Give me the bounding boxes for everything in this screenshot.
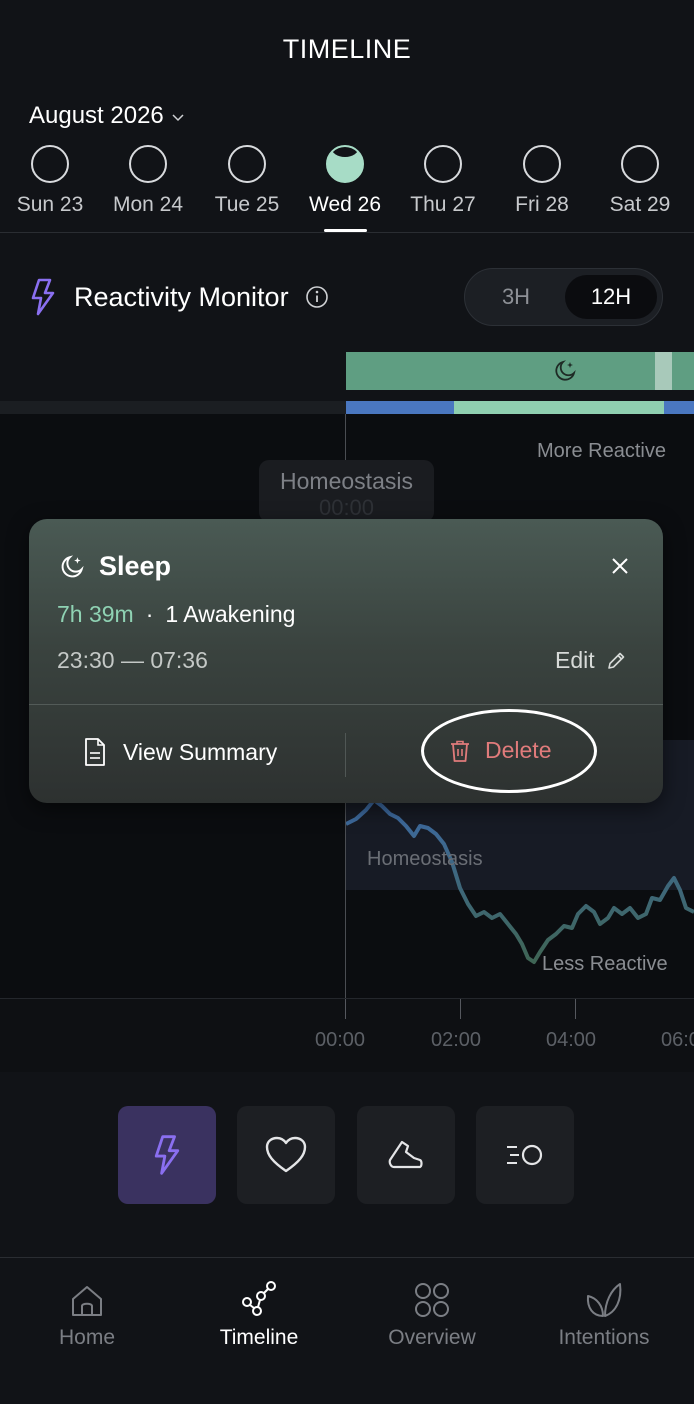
- divider: [0, 232, 694, 233]
- cursor-tooltip: Homeostasis 00:00: [259, 460, 434, 522]
- edit-label: Edit: [555, 647, 595, 673]
- chevron-down-icon: [172, 113, 184, 121]
- monitor-title: Reactivity Monitor: [74, 281, 289, 312]
- sleep-stats: 7h 39m · 1 Awakening: [57, 601, 295, 628]
- delete-highlight-ring: [421, 709, 597, 793]
- leaf-icon: [586, 1283, 622, 1317]
- tooltip-label: Homeostasis: [280, 468, 413, 494]
- separator-dot: ·: [145, 601, 154, 627]
- heart-tool-button[interactable]: [237, 1106, 335, 1204]
- info-icon[interactable]: [305, 285, 329, 309]
- card-action-divider: [345, 733, 346, 777]
- day-ring-icon: [31, 145, 69, 183]
- sleep-card-title: Sleep: [99, 551, 172, 581]
- document-icon: [85, 738, 105, 766]
- moon-icon: [555, 360, 576, 381]
- axis-label: 00:00: [315, 1029, 366, 1051]
- day-label: Thu 27: [410, 193, 476, 216]
- day-sun-23[interactable]: Sun 23: [1, 145, 99, 217]
- home-icon: [72, 1286, 102, 1316]
- axis-tick: [575, 999, 576, 1019]
- tooltip-time: 00:00: [318, 495, 375, 520]
- nav-label: Intentions: [558, 1326, 650, 1349]
- nav-label: Home: [58, 1326, 116, 1349]
- nav-timeline[interactable]: Timeline: [173, 1260, 345, 1350]
- axis-label: 04:00: [546, 1029, 597, 1051]
- axis-tick: [345, 999, 346, 1019]
- metric-toolbar: [0, 1106, 694, 1206]
- view-summary-label: View Summary: [123, 738, 278, 765]
- range-12h-option[interactable]: 12H: [565, 275, 657, 319]
- timeline-icon: [242, 1281, 276, 1316]
- awake-segment: [655, 352, 672, 390]
- sleep-time-range: 23:30 — 07:36: [57, 647, 208, 673]
- day-mon-24[interactable]: Mon 24: [99, 145, 197, 217]
- month-label: August 2026: [29, 102, 164, 129]
- monitor-header: Reactivity Monitor: [30, 278, 329, 316]
- day-fri-28[interactable]: Fri 28: [493, 145, 591, 217]
- heart-icon: [265, 1136, 307, 1173]
- nav-overview[interactable]: Overview: [346, 1260, 518, 1350]
- day-label: Mon 24: [112, 193, 184, 216]
- strip-segment: [346, 401, 454, 414]
- moon-icon: [61, 554, 84, 577]
- fast-forward-list-icon: [507, 1144, 543, 1166]
- sleep-card-header: Sleep: [59, 551, 171, 582]
- axis-label: 06:00: [661, 1029, 694, 1051]
- awakening-count: 1 Awakening: [165, 601, 296, 627]
- state-strip: [0, 401, 694, 414]
- range-3h-option[interactable]: 3H: [471, 275, 561, 319]
- more-reactive-label: More Reactive: [537, 440, 666, 462]
- lightning-icon: [154, 1135, 180, 1175]
- bottom-nav: Home Timeline Overview Intentions: [0, 1260, 694, 1404]
- day-ring-icon: [228, 145, 266, 183]
- day-thu-27[interactable]: Thu 27: [394, 145, 492, 217]
- day-label: Wed 26: [309, 193, 381, 216]
- strip-segment: [454, 401, 664, 414]
- pencil-icon: [607, 652, 624, 669]
- grid-icon: [415, 1283, 449, 1317]
- axis-tick: [460, 999, 461, 1019]
- day-ring-icon: [621, 145, 659, 183]
- card-divider: [29, 704, 663, 705]
- less-reactive-label: Less Reactive: [542, 953, 668, 975]
- close-icon[interactable]: [609, 555, 631, 577]
- nav-label: Overview: [388, 1326, 476, 1349]
- day-sat-29[interactable]: Sat 29: [591, 145, 689, 217]
- nav-intentions[interactable]: Intentions: [518, 1260, 690, 1350]
- sleep-activity-bar[interactable]: [346, 352, 694, 390]
- breathing-tool-button[interactable]: [476, 1106, 574, 1204]
- sleep-duration: 7h 39m: [57, 601, 134, 627]
- shoe-icon: [388, 1140, 423, 1169]
- day-label: Tue 25: [214, 193, 280, 216]
- lightning-icon: [31, 278, 55, 316]
- day-wed-26[interactable]: Wed 26: [296, 145, 394, 217]
- view-summary-button[interactable]: View Summary: [83, 737, 277, 767]
- strip-segment: [664, 401, 694, 414]
- nav-home[interactable]: Home: [1, 1260, 173, 1350]
- day-label: Sun 23: [16, 193, 84, 216]
- homeostasis-label: Homeostasis: [367, 848, 483, 870]
- day-ring-icon: [326, 145, 364, 183]
- time-axis: 00:00 02:00 04:00 06:00: [0, 998, 694, 1072]
- day-label: Fri 28: [515, 193, 569, 216]
- axis-label: 02:00: [431, 1029, 482, 1051]
- page-title: TIMELINE: [282, 34, 412, 64]
- activity-tool-button[interactable]: [357, 1106, 455, 1204]
- day-ring-icon: [424, 145, 462, 183]
- day-label: Sat 29: [609, 193, 671, 216]
- day-ring-icon: [129, 145, 167, 183]
- month-selector[interactable]: August 2026: [29, 102, 184, 130]
- nav-label: Timeline: [219, 1326, 299, 1349]
- edit-button[interactable]: Edit: [555, 647, 627, 674]
- reactivity-tool-button[interactable]: [118, 1106, 216, 1204]
- range-toggle: 3H 12H: [464, 268, 663, 326]
- day-tue-25[interactable]: Tue 25: [198, 145, 296, 217]
- nav-divider: [0, 1257, 694, 1258]
- axis-label-clip: 06:00: [660, 999, 694, 1072]
- day-selector: Sun 23 Mon 24 Tue 25 Wed 26 Thu 27 Fri 2…: [0, 145, 694, 235]
- day-ring-icon: [523, 145, 561, 183]
